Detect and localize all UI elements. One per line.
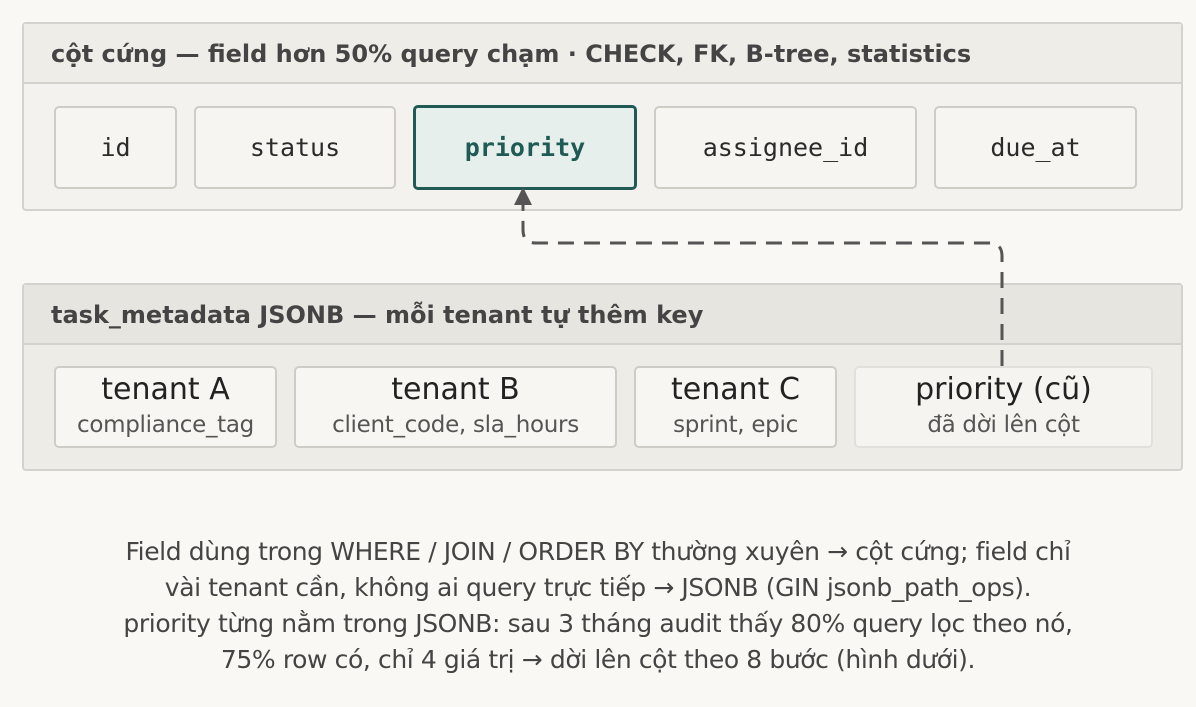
arrowhead-icon (514, 187, 532, 205)
caption-line-1: Field dùng trong WHERE / JOIN / ORDER BY… (125, 537, 1071, 566)
caption: Field dùng trong WHERE / JOIN / ORDER BY… (0, 534, 1196, 678)
migration-arrow-line (521, 205, 1004, 366)
caption-line-2: vài tenant cần, không ai query trực tiếp… (164, 573, 1032, 602)
caption-line-4: 75% row có, chỉ 4 giá trị → dời lên cột … (220, 645, 976, 674)
caption-line-3: priority từng nằm trong JSONB: sau 3 thá… (123, 609, 1073, 638)
